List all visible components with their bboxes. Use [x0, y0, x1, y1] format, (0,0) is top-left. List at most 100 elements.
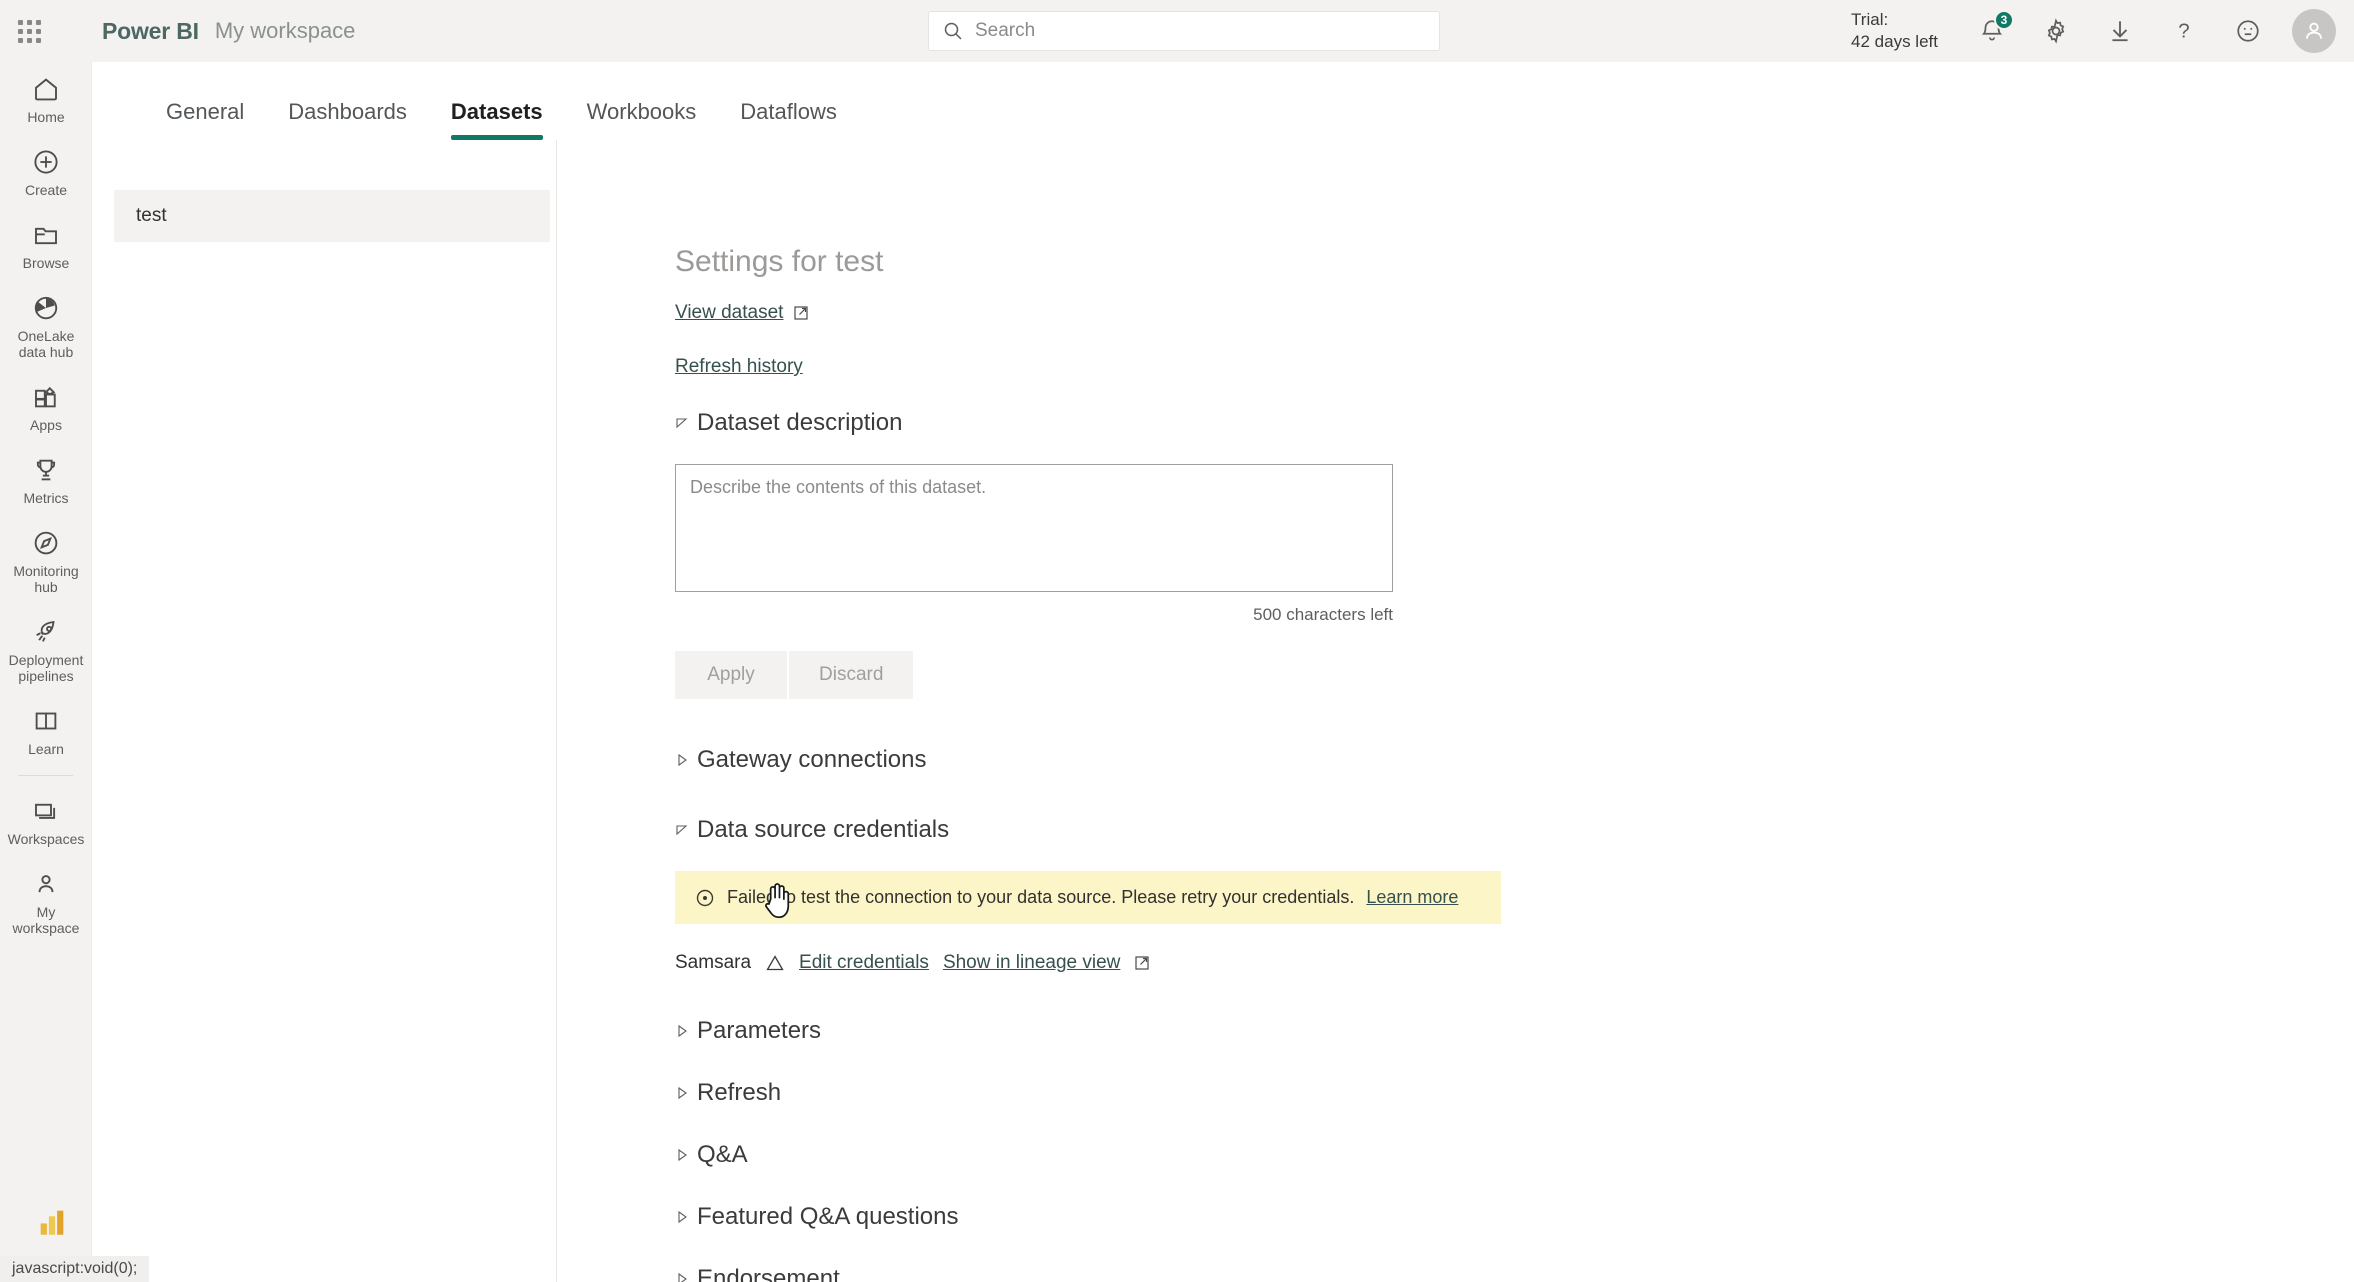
- left-navigation-rail: Home Create Browse OneLake data hub Apps…: [0, 62, 92, 1282]
- chevron-right-icon: [678, 1086, 687, 1100]
- endorsement-header[interactable]: Endorsement: [675, 1248, 1465, 1282]
- sidebar-item-apps[interactable]: Apps: [0, 370, 92, 443]
- help-button[interactable]: ?: [2152, 0, 2216, 62]
- home-icon: [35, 78, 57, 101]
- sidebar-item-label: Home: [27, 109, 65, 125]
- workspaces-icon: [35, 803, 56, 819]
- learn-more-link[interactable]: Learn more: [1366, 887, 1458, 908]
- parameters-header[interactable]: Parameters: [675, 1000, 1465, 1062]
- gateway-connections-header[interactable]: Gateway connections: [675, 745, 1465, 775]
- trial-label: Trial:: [1851, 10, 1889, 29]
- rail-divider: [18, 775, 73, 776]
- credential-row: Samsara Edit credentials Show in lineage…: [675, 952, 1465, 974]
- settings-panes: test Settings for test View dataset Refr…: [92, 140, 2354, 1282]
- sidebar-item-label: Create: [24, 182, 68, 198]
- header-actions: Trial: 42 days left 3 ?: [1851, 0, 2354, 62]
- help-icon: ?: [2178, 20, 2189, 43]
- workspace-breadcrumb[interactable]: My workspace: [215, 18, 356, 44]
- app-launcher-button[interactable]: [0, 0, 58, 62]
- view-dataset-link[interactable]: View dataset: [675, 302, 783, 324]
- show-in-lineage-view-link[interactable]: Show in lineage view: [943, 952, 1120, 974]
- sidebar-item-home[interactable]: Home: [0, 62, 92, 135]
- avatar[interactable]: [2292, 9, 2336, 53]
- workspace-tabs: General Dashboards Datasets Workbooks Da…: [92, 62, 2354, 140]
- settings-button[interactable]: [2024, 0, 2088, 62]
- folder-icon: [35, 227, 57, 245]
- sidebar-item-browse[interactable]: Browse: [0, 208, 92, 281]
- chevron-right-icon: [678, 1024, 687, 1038]
- refresh-history-row: Refresh history: [675, 356, 1465, 378]
- person-icon: [38, 875, 54, 893]
- sidebar-item-onelake-data-hub[interactable]: OneLake data hub: [0, 281, 92, 370]
- sidebar-item-metrics[interactable]: Metrics: [0, 443, 92, 516]
- dataset-description-input[interactable]: [675, 464, 1393, 592]
- download-button[interactable]: [2088, 0, 2152, 62]
- chevron-down-icon: [676, 825, 688, 836]
- brand-title[interactable]: Power BI: [102, 18, 199, 45]
- book-icon: [35, 712, 57, 730]
- collapsed-sections-list: Parameters Refresh Q&A Featured Q&A ques…: [675, 1000, 1465, 1282]
- search-icon: [944, 22, 962, 40]
- powerbi-logo: [35, 1205, 69, 1244]
- list-item[interactable]: test: [114, 190, 550, 242]
- rocket-icon: [36, 620, 55, 642]
- dataset-description-section: Dataset description 500 characters left …: [675, 408, 1465, 699]
- chevron-right-icon: [678, 1148, 687, 1162]
- external-link-icon: [1135, 956, 1149, 970]
- chevron-right-icon: [678, 753, 687, 767]
- sidebar-item-deployment-pipelines[interactable]: Deployment pipelines: [0, 605, 92, 694]
- feedback-button[interactable]: [2216, 0, 2280, 62]
- tab-datasets[interactable]: Datasets: [429, 98, 565, 140]
- qna-heading: Q&A: [697, 1141, 748, 1168]
- search-box[interactable]: [928, 11, 1440, 51]
- sidebar-item-my-workspace[interactable]: My workspace: [0, 857, 92, 946]
- chevron-right-icon: [678, 1210, 687, 1224]
- tab-workbooks[interactable]: Workbooks: [565, 98, 719, 140]
- sidebar-item-label: My workspace: [12, 904, 80, 936]
- dataset-description-header[interactable]: Dataset description: [675, 408, 1465, 438]
- browser-status-bar: javascript:void(0);: [0, 1256, 150, 1282]
- tab-dataflows[interactable]: Dataflows: [718, 98, 859, 140]
- description-actions: Apply Discard: [675, 651, 1465, 699]
- apply-button[interactable]: Apply: [675, 651, 787, 699]
- waffle-icon: [17, 19, 41, 43]
- sidebar-item-label: Monitoring hub: [13, 563, 79, 595]
- sidebar-item-learn[interactable]: Learn: [0, 694, 92, 767]
- apps-grid-icon: [35, 386, 56, 408]
- banner-message: Failed to test the connection to your da…: [727, 887, 1355, 907]
- content-area: General Dashboards Datasets Workbooks Da…: [92, 62, 2354, 1282]
- sidebar-item-workspaces[interactable]: Workspaces: [0, 784, 92, 857]
- endorsement-heading: Endorsement: [697, 1265, 840, 1282]
- top-header: Power BI My workspace Trial: 42 days lef…: [0, 0, 2354, 62]
- tab-general[interactable]: General: [144, 98, 266, 140]
- refresh-header[interactable]: Refresh: [675, 1062, 1465, 1124]
- settings-detail-pane: Settings for test View dataset Refresh h…: [557, 140, 2354, 1282]
- featured-qna-questions-header[interactable]: Featured Q&A questions: [675, 1186, 1465, 1248]
- gateway-connections-heading: Gateway connections: [697, 746, 927, 773]
- parameters-heading: Parameters: [697, 1017, 822, 1044]
- external-link-icon: [794, 306, 809, 320]
- trial-status: Trial: 42 days left: [1851, 9, 1938, 53]
- data-source-credentials-heading: Data source credentials: [697, 816, 950, 843]
- dataset-description-heading: Dataset description: [697, 409, 903, 436]
- sidebar-item-label: Metrics: [23, 490, 69, 506]
- plus-circle-icon: [34, 150, 58, 174]
- notifications-button[interactable]: 3: [1960, 0, 2024, 62]
- connection-error-banner: Failed to test the connection to your da…: [675, 871, 1501, 924]
- characters-left-label: 500 characters left: [1253, 605, 1393, 624]
- search-input[interactable]: [975, 20, 1425, 42]
- sidebar-item-create[interactable]: Create: [0, 135, 92, 208]
- sidebar-item-label: OneLake data hub: [17, 328, 75, 360]
- data-source-credentials-header[interactable]: Data source credentials: [675, 815, 1465, 845]
- page-title: Settings for test: [675, 245, 884, 278]
- sidebar-item-monitoring-hub[interactable]: Monitoring hub: [0, 516, 92, 605]
- qna-header[interactable]: Q&A: [675, 1124, 1465, 1186]
- sidebar-item-label: Learn: [28, 741, 64, 757]
- discard-button[interactable]: Discard: [789, 651, 914, 699]
- tab-dashboards[interactable]: Dashboards: [266, 98, 429, 140]
- view-dataset-row: View dataset: [675, 302, 1465, 324]
- refresh-history-link[interactable]: Refresh history: [675, 356, 803, 378]
- chevron-down-icon: [676, 418, 688, 429]
- trial-days: 42 days left: [1851, 32, 1938, 51]
- edit-credentials-link[interactable]: Edit credentials: [799, 952, 929, 974]
